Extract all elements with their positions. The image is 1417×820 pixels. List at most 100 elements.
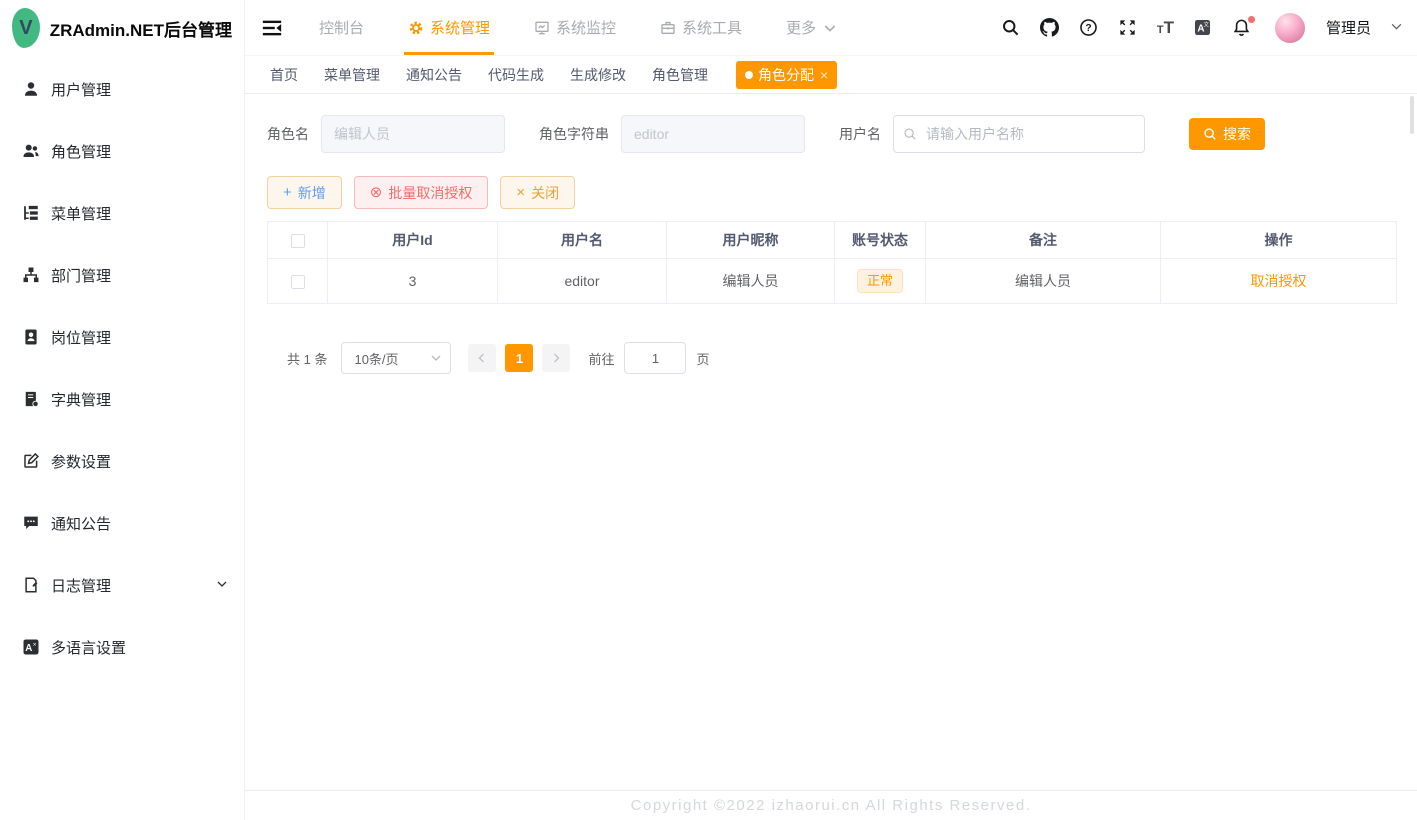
add-button-label: 新增 bbox=[298, 183, 326, 203]
notification-bell-icon[interactable] bbox=[1232, 18, 1252, 38]
sidebar: V ZRAdmin.NET后台管理 用户管理 角色管理 菜单管理 部门管理 bbox=[0, 0, 245, 820]
row-select-cell bbox=[268, 259, 328, 304]
user-table: 用户Id 用户名 用户昵称 账号状态 备注 操作 3 editor 编辑人员 bbox=[267, 221, 1397, 304]
sidebar-item-menu-mgmt[interactable]: 菜单管理 bbox=[0, 182, 244, 244]
sidebar-item-param-settings[interactable]: 参数设置 bbox=[0, 430, 244, 492]
role-key-input[interactable] bbox=[621, 115, 805, 153]
nav-item-system-mgmt[interactable]: 系统管理 bbox=[408, 0, 490, 55]
close-button-label: 关闭 bbox=[531, 183, 559, 203]
badge-icon bbox=[22, 328, 40, 346]
logo-row[interactable]: V ZRAdmin.NET后台管理 bbox=[0, 0, 244, 56]
cell-remark: 编辑人员 bbox=[926, 259, 1161, 304]
collapse-sidebar-icon[interactable] bbox=[261, 17, 283, 39]
translate-icon: A× bbox=[22, 638, 40, 656]
avatar[interactable] bbox=[1275, 13, 1305, 43]
fullscreen-icon[interactable] bbox=[1118, 18, 1138, 38]
column-header-remark: 备注 bbox=[926, 222, 1161, 259]
tab-code-gen[interactable]: 代码生成 bbox=[488, 65, 544, 85]
sidebar-item-label: 通知公告 bbox=[51, 513, 111, 534]
header: 控制台 系统管理 系统监控 系统工具 更多 bbox=[245, 0, 1417, 56]
select-all-checkbox[interactable] bbox=[291, 234, 305, 248]
row-checkbox[interactable] bbox=[291, 275, 305, 289]
filter-role-key: 角色字符串 bbox=[539, 115, 805, 153]
active-tab-dot bbox=[745, 71, 753, 79]
sidebar-item-label: 用户管理 bbox=[51, 79, 111, 100]
goto-page-input[interactable] bbox=[624, 342, 686, 374]
main-area: 控制台 系统管理 系统监控 系统工具 更多 bbox=[245, 0, 1417, 820]
gear-icon bbox=[408, 20, 424, 36]
log-icon bbox=[22, 576, 40, 594]
font-size-icon[interactable]: TT bbox=[1157, 18, 1174, 38]
column-header-actions: 操作 bbox=[1161, 222, 1397, 259]
nav-item-system-monitor[interactable]: 系统监控 bbox=[534, 0, 616, 55]
sidebar-item-label: 岗位管理 bbox=[51, 327, 111, 348]
search-button[interactable]: 搜索 bbox=[1189, 118, 1265, 150]
help-icon[interactable]: ? bbox=[1079, 18, 1099, 38]
chevron-down-icon bbox=[430, 352, 442, 364]
nav-item-console[interactable]: 控制台 bbox=[319, 0, 364, 55]
message-icon bbox=[22, 514, 40, 532]
sidebar-item-role-mgmt[interactable]: 角色管理 bbox=[0, 120, 244, 182]
search-icon bbox=[1203, 127, 1217, 141]
svg-text:A: A bbox=[25, 643, 32, 654]
chevron-right-icon bbox=[550, 352, 562, 364]
sidebar-item-dict-mgmt[interactable]: 字典管理 bbox=[0, 368, 244, 430]
user-name-input[interactable] bbox=[893, 115, 1145, 153]
sidebar-item-label: 菜单管理 bbox=[51, 203, 111, 224]
next-page-button[interactable] bbox=[542, 344, 570, 372]
status-badge: 正常 bbox=[857, 269, 903, 293]
prev-page-button[interactable] bbox=[468, 344, 496, 372]
sidebar-item-notice[interactable]: 通知公告 bbox=[0, 492, 244, 554]
filter-role-name: 角色名 bbox=[267, 115, 505, 153]
user-name[interactable]: 管理员 bbox=[1326, 17, 1371, 38]
edit-square-icon bbox=[22, 452, 40, 470]
language-switch-icon[interactable]: A文 bbox=[1193, 18, 1213, 38]
page-content: 角色名 角色字符串 用户名 搜索 bbox=[245, 94, 1417, 790]
sidebar-item-dept-mgmt[interactable]: 部门管理 bbox=[0, 244, 244, 306]
nav-item-system-tools[interactable]: 系统工具 bbox=[660, 0, 742, 55]
tab-gen-edit[interactable]: 生成修改 bbox=[570, 65, 626, 85]
page-size-select[interactable]: 10条/页 bbox=[341, 342, 451, 374]
tab-menu-mgmt[interactable]: 菜单管理 bbox=[324, 65, 380, 85]
nav-item-label: 系统监控 bbox=[556, 17, 616, 38]
goto-label: 前往 bbox=[588, 349, 614, 368]
pagination-total: 共 1 条 bbox=[287, 349, 327, 368]
close-tab-icon[interactable]: × bbox=[820, 67, 828, 83]
close-button[interactable]: × 关闭 bbox=[500, 176, 575, 209]
nav-item-label: 控制台 bbox=[319, 17, 364, 38]
footer: Copyright ©2022 izhaorui.cn All Rights R… bbox=[245, 790, 1417, 820]
current-page-button[interactable]: 1 bbox=[505, 344, 533, 372]
sidebar-item-i18n-settings[interactable]: A× 多语言设置 bbox=[0, 616, 244, 678]
scrollbar-thumb[interactable] bbox=[1410, 96, 1414, 134]
table-row: 3 editor 编辑人员 正常 编辑人员 取消授权 bbox=[268, 259, 1397, 304]
sidebar-item-log-mgmt[interactable]: 日志管理 bbox=[0, 554, 244, 616]
tab-home[interactable]: 首页 bbox=[270, 65, 298, 85]
github-icon[interactable] bbox=[1040, 18, 1060, 38]
users-icon bbox=[22, 142, 40, 160]
sidebar-item-label: 字典管理 bbox=[51, 389, 111, 410]
app-layout: V ZRAdmin.NET后台管理 用户管理 角色管理 菜单管理 部门管理 bbox=[0, 0, 1417, 820]
search-icon[interactable] bbox=[1001, 18, 1021, 38]
role-name-input[interactable] bbox=[321, 115, 505, 153]
cell-status: 正常 bbox=[835, 259, 926, 304]
sidebar-item-post-mgmt[interactable]: 岗位管理 bbox=[0, 306, 244, 368]
sidebar-item-user-mgmt[interactable]: 用户管理 bbox=[0, 58, 244, 120]
cancel-auth-link[interactable]: 取消授权 bbox=[1251, 273, 1307, 289]
tab-notice[interactable]: 通知公告 bbox=[406, 65, 462, 85]
table-header-row: 用户Id 用户名 用户昵称 账号状态 备注 操作 bbox=[268, 222, 1397, 259]
add-button[interactable]: + 新增 bbox=[267, 176, 342, 209]
notification-badge bbox=[1248, 16, 1255, 23]
toolbox-icon bbox=[660, 20, 676, 36]
batch-cancel-auth-button[interactable]: ⊗ 批量取消授权 bbox=[354, 176, 489, 209]
tab-role-assign[interactable]: 角色分配 × bbox=[736, 61, 837, 89]
svg-text:?: ? bbox=[1086, 23, 1092, 34]
column-header-nick-name: 用户昵称 bbox=[667, 222, 835, 259]
cell-nick-name: 编辑人员 bbox=[667, 259, 835, 304]
search-button-label: 搜索 bbox=[1223, 124, 1251, 144]
nav-item-more[interactable]: 更多 bbox=[786, 0, 838, 55]
user-menu-chevron-icon[interactable] bbox=[1390, 20, 1403, 36]
tab-role-mgmt[interactable]: 角色管理 bbox=[652, 65, 708, 85]
header-actions: ? TT A文 管理员 bbox=[1001, 0, 1403, 55]
sidebar-item-label: 日志管理 bbox=[51, 575, 111, 596]
role-name-label: 角色名 bbox=[267, 124, 309, 144]
